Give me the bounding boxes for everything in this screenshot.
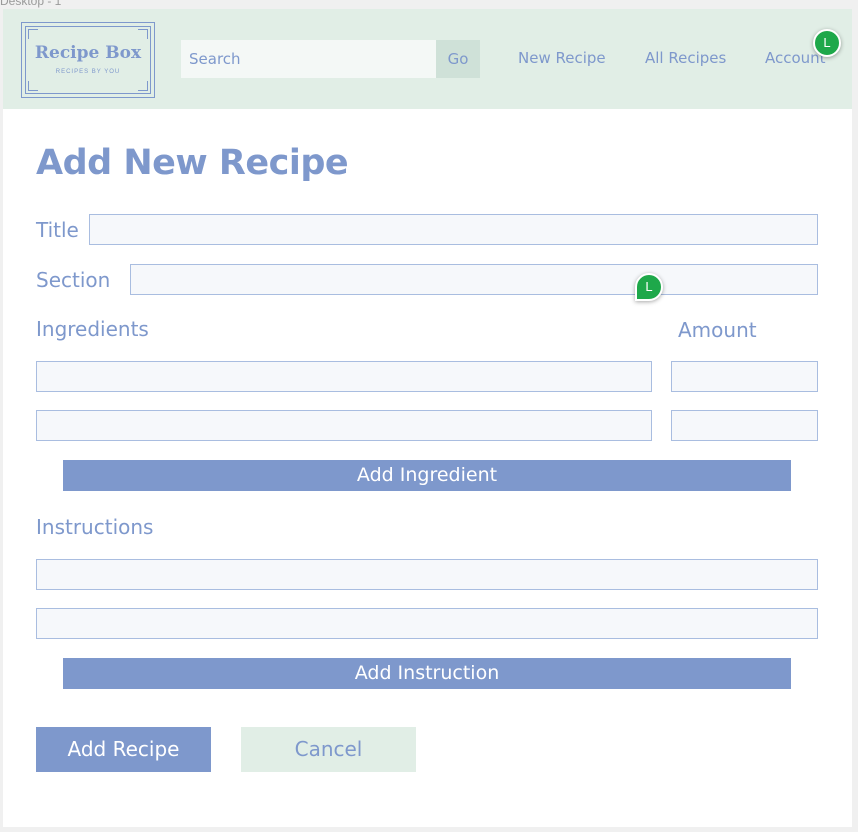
- logo-corner-ornament: [138, 81, 148, 91]
- cancel-button[interactable]: Cancel: [241, 727, 416, 772]
- ingredients-label: Ingredients: [36, 317, 149, 341]
- page-title: Add New Recipe: [36, 143, 349, 183]
- logo-corner-ornament: [138, 29, 148, 39]
- nav-all-recipes[interactable]: All Recipes: [645, 49, 726, 67]
- add-instruction-button[interactable]: Add Instruction: [63, 658, 791, 689]
- recipe-box-logo[interactable]: Recipe Box RECIPES BY YOU: [21, 22, 155, 98]
- instruction-field-2[interactable]: [36, 608, 818, 639]
- section-label: Section: [36, 268, 111, 292]
- instructions-label: Instructions: [36, 515, 154, 539]
- add-recipe-button[interactable]: Add Recipe: [36, 727, 211, 772]
- amount-label: Amount: [678, 318, 757, 342]
- logo-corner-ornament: [28, 81, 38, 91]
- title-field[interactable]: [89, 214, 818, 245]
- ingredient-field-1[interactable]: [36, 361, 652, 392]
- logo-subtitle: RECIPES BY YOU: [55, 69, 121, 75]
- user-avatar[interactable]: L: [813, 29, 841, 57]
- amount-field-2[interactable]: [671, 410, 818, 441]
- logo-title: Recipe Box: [34, 43, 142, 63]
- nav-new-recipe[interactable]: New Recipe: [518, 49, 606, 67]
- ingredient-field-2[interactable]: [36, 410, 652, 441]
- section-field[interactable]: [130, 264, 818, 295]
- instruction-field-1[interactable]: [36, 559, 818, 590]
- collaborator-cursor-avatar: L: [635, 273, 663, 301]
- search-go-button[interactable]: Go: [436, 40, 480, 78]
- add-ingredient-button[interactable]: Add Ingredient: [63, 460, 791, 491]
- header-bar: Recipe Box RECIPES BY YOU Go New Recipe …: [3, 9, 852, 109]
- frame-label: Desktop - 1: [0, 0, 62, 8]
- nav-account[interactable]: Account: [765, 49, 851, 67]
- amount-field-1[interactable]: [671, 361, 818, 392]
- desktop-frame: Recipe Box RECIPES BY YOU Go New Recipe …: [3, 9, 852, 827]
- search-input[interactable]: [181, 40, 439, 78]
- title-label: Title: [36, 218, 79, 242]
- logo-corner-ornament: [28, 29, 38, 39]
